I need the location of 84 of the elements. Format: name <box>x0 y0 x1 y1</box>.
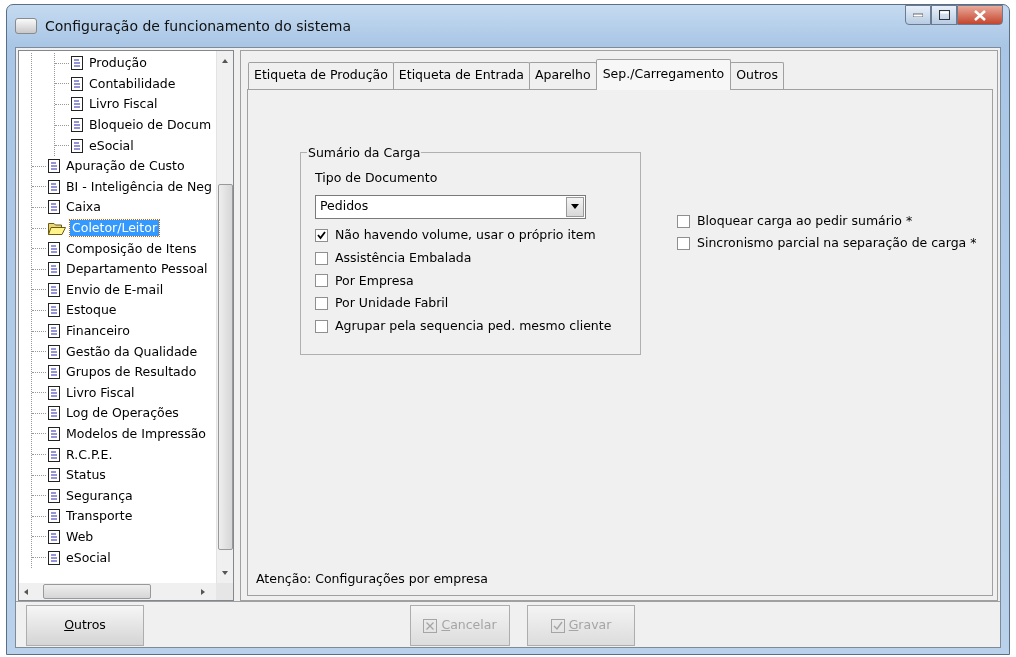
document-icon <box>48 344 60 359</box>
document-icon <box>48 406 60 421</box>
tree-item[interactable]: Envio de E-mail <box>64 281 166 298</box>
vertical-scrollbar[interactable] <box>216 51 233 583</box>
tree-item[interactable]: Grupos de Resultado <box>64 364 199 381</box>
document-icon <box>48 468 60 483</box>
tab[interactable]: Etiqueta de Produção <box>248 62 394 89</box>
dropdown-arrow-icon <box>571 204 579 209</box>
tree-item[interactable]: Apuração de Custo <box>64 158 187 175</box>
document-icon <box>48 385 60 400</box>
document-icon <box>48 159 60 174</box>
tree-item[interactable]: Gestão da Qualidade <box>64 343 200 360</box>
scrollbar-corner <box>216 583 233 600</box>
document-icon <box>48 365 60 380</box>
document-icon <box>48 488 60 503</box>
tree-item[interactable]: Caixa <box>64 199 103 216</box>
close-icon <box>423 618 438 633</box>
checkbox[interactable] <box>677 237 690 251</box>
checkbox-label: Por Empresa <box>335 271 414 290</box>
document-icon <box>48 529 60 544</box>
checkbox[interactable] <box>315 229 328 243</box>
horizontal-scrollbar[interactable] <box>19 583 216 600</box>
checkbox[interactable] <box>315 274 328 288</box>
maximize-button[interactable] <box>931 5 957 25</box>
minimize-icon <box>913 13 923 17</box>
tree-item[interactable]: Departamento Pessoal <box>64 261 210 278</box>
document-icon <box>48 179 60 194</box>
checkbox-label: Assistência Embalada <box>335 249 472 267</box>
document-icon <box>71 56 83 71</box>
folder-icon <box>48 221 66 236</box>
checkbox-label: Agrupar pela sequencia ped. mesmo cliente <box>335 316 612 335</box>
document-icon <box>48 550 60 565</box>
checkbox[interactable] <box>315 251 328 265</box>
minimize-button[interactable] <box>905 5 931 25</box>
tree-item[interactable]: Transporte <box>64 508 135 525</box>
tree-item[interactable]: Financeiro <box>64 323 132 339</box>
tree-item[interactable]: Web <box>64 528 96 545</box>
tree-item[interactable]: Composição de Itens <box>64 240 199 257</box>
tab[interactable]: Outros <box>730 62 784 89</box>
checkbox[interactable] <box>315 319 328 333</box>
document-icon <box>48 262 60 277</box>
tree-item[interactable]: Livro Fiscal <box>64 384 137 401</box>
document-icon <box>48 282 60 297</box>
document-icon <box>48 241 60 256</box>
document-type-dropdown[interactable]: Pedidos <box>315 194 586 219</box>
checkbox-label: Não havendo volume, usar o próprio item <box>335 226 596 245</box>
close-icon <box>974 9 986 21</box>
document-icon <box>71 76 83 91</box>
document-icon <box>48 200 60 215</box>
tree-item[interactable]: Segurança <box>64 487 135 504</box>
tree-item[interactable]: Log de Operações <box>64 405 181 422</box>
checkbox[interactable] <box>315 297 328 311</box>
tree-item[interactable]: Contabilidade <box>87 75 178 92</box>
document-icon <box>71 118 83 133</box>
tree-item[interactable]: R.C.P.E. <box>64 446 115 463</box>
document-icon <box>48 303 60 318</box>
tree-item[interactable]: Livro Fiscal <box>87 96 160 113</box>
document-icon <box>71 97 83 112</box>
document-icon <box>48 427 60 441</box>
tree-item[interactable]: eSocial <box>64 549 113 566</box>
footer-note: Atenção: Configurações por empresa <box>256 570 489 589</box>
maximize-icon <box>938 10 950 20</box>
tree-item[interactable]: eSocial <box>87 137 136 154</box>
tree-item[interactable]: Estoque <box>64 302 119 319</box>
document-icon <box>71 138 83 153</box>
window-title: Configuração de funcionamento do sistema <box>45 16 351 36</box>
others-button[interactable]: Outros <box>26 605 144 646</box>
tree-item[interactable]: Produção <box>87 55 149 72</box>
tree-item[interactable]: Status <box>64 467 108 484</box>
document-icon <box>48 324 60 338</box>
field-label: Tipo de Documento <box>315 168 439 187</box>
checkbox-label: Bloquear carga ao pedir sumário * <box>697 211 913 230</box>
tree-item[interactable]: Modelos de Impressão <box>64 426 208 442</box>
tree-item[interactable]: BI - Inteligência de Neg <box>64 178 214 195</box>
document-icon <box>48 447 60 462</box>
tab[interactable]: Sep./Carregamento <box>595 59 732 90</box>
close-button[interactable] <box>957 5 1003 25</box>
checkbox-label: Por Unidade Fabril <box>335 294 449 313</box>
checkbox[interactable] <box>677 214 690 228</box>
app-icon <box>15 18 37 34</box>
checkmark-icon <box>550 618 565 633</box>
checkbox-label: Sincronismo parcial na separação de carga * <box>697 234 977 253</box>
document-icon <box>48 509 60 524</box>
tree-item[interactable]: Bloqueio de Docum <box>87 117 214 134</box>
